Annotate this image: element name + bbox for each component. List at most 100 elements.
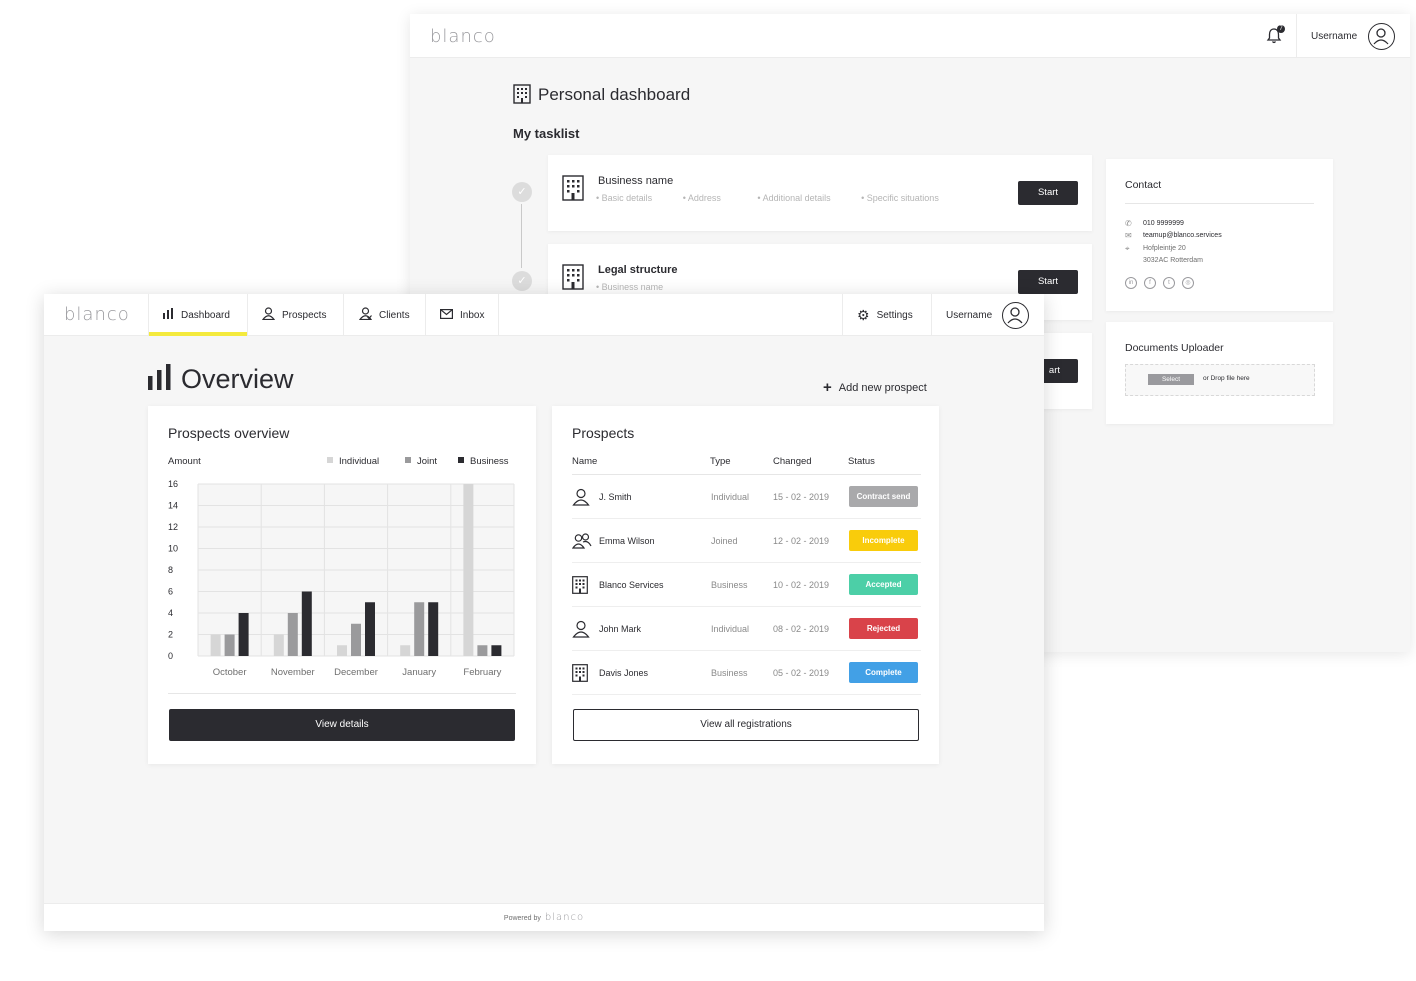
contact-address-2: 3032AC Rotterdam — [1143, 257, 1203, 264]
avatar-icon[interactable] — [1002, 302, 1029, 329]
add-new-prospect-label: Add new prospect — [838, 382, 927, 394]
front-logo[interactable]: blanco — [64, 304, 130, 325]
bar-business-november — [301, 591, 312, 656]
prospect-type: Joined — [711, 536, 738, 546]
prospects-panel: Prospects Name Type Changed Status J. Sm… — [552, 406, 939, 764]
bar-individual-october — [210, 634, 221, 656]
nav-clients[interactable]: Clients — [343, 294, 425, 336]
timeline-line — [521, 204, 522, 268]
task-name: Legal structure — [598, 264, 678, 276]
active-tab-indicator — [149, 332, 247, 336]
bar-chart-icon — [163, 308, 174, 322]
prospects-bar-chart: 0 2 4 6 8 10 12 14 16 October November December Janu… — [168, 479, 515, 678]
x-tick-label: November — [271, 667, 315, 678]
check-icon: ✓ — [512, 182, 532, 202]
gear-icon: ⚙ — [857, 307, 870, 323]
task-step: • Specific situations — [861, 193, 939, 203]
view-details-button[interactable]: View details — [169, 709, 515, 741]
table-row[interactable]: J. Smith Individual 15 - 02 - 2019 Contr… — [572, 475, 921, 519]
bar-chart-icon — [148, 364, 172, 390]
task-step: • Basic details — [596, 193, 653, 203]
contact-phone[interactable]: 010 9999999 — [1143, 220, 1184, 227]
powered-by-label: Powered by — [503, 915, 541, 922]
building-icon — [513, 84, 531, 104]
table-row[interactable]: Davis Jones Business 05 - 02 - 2019 Comp… — [572, 651, 921, 695]
linkedin-icon[interactable]: in — [1125, 277, 1137, 289]
instagram-icon[interactable]: ◎ — [1182, 277, 1194, 289]
page-title: Overview — [181, 364, 294, 394]
nav-inbox-label: Inbox — [460, 309, 485, 321]
prospect-name: John Mark — [599, 624, 642, 634]
mail-icon: ✉ — [1125, 231, 1132, 240]
add-new-prospect-button[interactable]: + Add new prospect — [823, 379, 927, 396]
contact-card: Contact ✆ 010 9999999 ✉ teamup@blanco.se… — [1106, 159, 1333, 311]
table-row[interactable]: Blanco Services Business 10 - 02 - 2019 … — [572, 563, 921, 607]
prospect-type: Individual — [711, 492, 750, 502]
legend-swatch — [458, 457, 464, 463]
top-navigation: blanco Dashboard Prospects Clients Inbox… — [44, 294, 1044, 336]
bar-business-december — [365, 602, 375, 656]
start-button[interactable]: Start — [1018, 270, 1078, 294]
notification-badge: 7 — [1277, 25, 1285, 33]
plus-icon: + — [823, 379, 832, 396]
column-header-type: Type — [710, 456, 731, 467]
bell-icon[interactable]: 7 — [1266, 25, 1285, 45]
y-tick-label: 6 — [168, 587, 173, 597]
table-row[interactable]: John Mark Individual 08 - 02 - 2019 Reje… — [572, 607, 921, 651]
column-header-changed: Changed — [773, 456, 812, 467]
bar-joint-november — [287, 613, 298, 656]
building-icon — [572, 664, 590, 682]
uploader-title: Documents Uploader — [1125, 342, 1224, 354]
nav-settings[interactable]: ⚙ Settings — [842, 294, 931, 336]
phone-icon: ✆ — [1125, 219, 1132, 228]
back-avatar-icon[interactable] — [1368, 23, 1395, 50]
file-drop-zone[interactable]: Select or Drop file here — [1125, 364, 1315, 396]
legend-swatch — [405, 457, 411, 463]
table-row[interactable]: Emma Wilson Joined 12 - 02 - 2019 Incomp… — [571, 519, 921, 563]
bar-business-january — [428, 602, 439, 656]
nav-prospects-label: Prospects — [282, 309, 327, 321]
x-tick-label: February — [463, 667, 501, 678]
nav-dashboard[interactable]: Dashboard — [148, 294, 247, 336]
legend-label: Joint — [417, 456, 438, 467]
task-card: Business name • Basic details • Address … — [548, 155, 1092, 231]
facebook-icon[interactable]: f — [1144, 277, 1156, 289]
location-icon: ⌖ — [1125, 244, 1130, 253]
chart-y-axis-label: Amount — [168, 456, 201, 467]
bar-individual-november — [273, 634, 284, 656]
task-steps: • Business name — [596, 282, 691, 292]
legend-label: Individual — [339, 456, 380, 467]
y-tick-label: 12 — [168, 522, 178, 532]
start-button[interactable]: Start — [1018, 181, 1078, 205]
bar-joint-december — [351, 623, 361, 656]
view-all-registrations-button[interactable]: View all registrations — [573, 709, 919, 741]
prospect-changed: 15 - 02 - 2019 — [773, 492, 830, 502]
bar-joint-october — [224, 634, 235, 656]
bar-business-february — [491, 645, 502, 656]
prospect-name: Blanco Services — [599, 580, 664, 590]
status-badge: Complete — [849, 662, 918, 683]
building-icon — [562, 175, 584, 201]
nav-settings-label: Settings — [876, 309, 913, 321]
nav-inbox[interactable]: Inbox — [425, 294, 499, 336]
page-title: Personal dashboard — [538, 85, 691, 104]
select-file-button[interactable]: Select — [1148, 374, 1194, 385]
y-tick-label: 14 — [168, 501, 178, 511]
y-tick-label: 4 — [168, 608, 173, 618]
contact-email[interactable]: teamup@blanco.services — [1143, 232, 1222, 239]
back-username[interactable]: Username — [1311, 31, 1357, 42]
documents-uploader-card: Documents Uploader Select or Drop file h… — [1106, 322, 1333, 424]
mail-icon — [440, 308, 454, 322]
prospect-name: J. Smith — [599, 492, 632, 502]
legend-individual: Individual — [327, 456, 379, 467]
y-tick-label: 8 — [168, 565, 173, 575]
prospect-changed: 08 - 02 - 2019 — [773, 624, 830, 634]
status-badge: Incomplete — [849, 530, 918, 551]
contact-address-1: Hofpleintje 20 — [1143, 245, 1186, 252]
divider — [1296, 14, 1297, 58]
twitter-icon[interactable]: t — [1163, 277, 1175, 289]
back-logo[interactable]: blanco — [430, 26, 496, 47]
contact-title: Contact — [1125, 179, 1162, 191]
nav-prospects[interactable]: Prospects — [247, 294, 343, 336]
person-icon — [572, 620, 590, 638]
